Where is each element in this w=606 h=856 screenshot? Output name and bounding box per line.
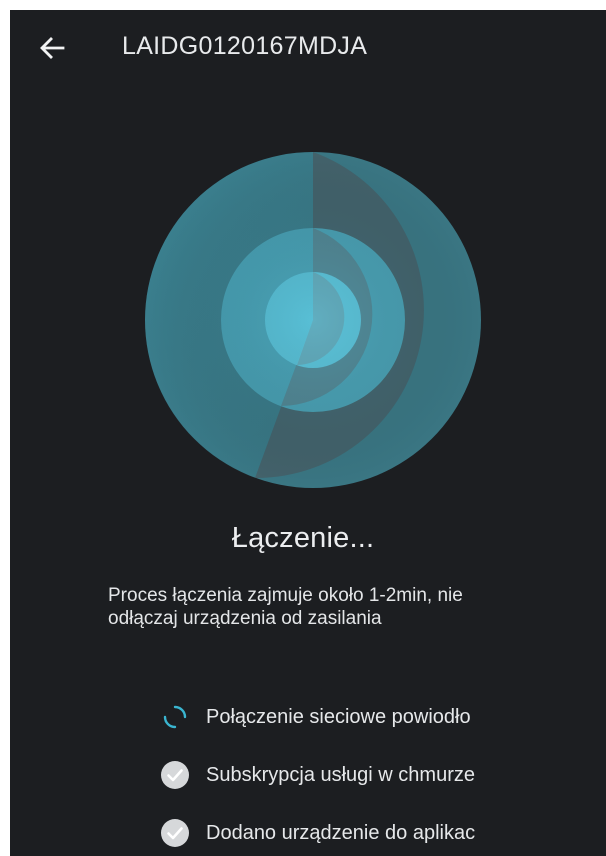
step-label: Połączenie sieciowe powiodło — [206, 705, 471, 728]
back-button[interactable] — [32, 28, 72, 68]
step-network-connection: Połączenie sieciowe powiodło — [158, 688, 606, 746]
connection-steps-list: Połączenie sieciowe powiodło Subskrypcja… — [158, 688, 606, 856]
check-circle-icon — [158, 758, 192, 792]
connecting-screen: LAIDG0120167MDJA Łączenie... Proces łącz — [10, 10, 606, 856]
description-line-1: Proces łączenia zajmuje około 1-2min, ni… — [108, 585, 463, 606]
check-circle-icon — [158, 816, 192, 850]
connecting-heading: Łączenie... — [231, 522, 375, 554]
connecting-radar-animation — [144, 152, 481, 488]
step-label: Dodano urządzenie do aplikac — [206, 821, 476, 844]
description-line-2: odłączaj urządzenia od zasilania — [108, 608, 382, 629]
arrow-left-icon — [40, 37, 65, 59]
step-label: Subskrypcja usługi w chmurze — [206, 763, 475, 786]
spinner-icon — [158, 700, 192, 734]
step-device-added: Dodano urządzenie do aplikac — [158, 804, 606, 856]
step-cloud-subscription: Subskrypcja usługi w chmurze — [158, 746, 606, 804]
app-bar: LAIDG0120167MDJA — [10, 10, 606, 86]
connecting-description: Proces łączenia zajmuje około 1-2min, ni… — [108, 584, 528, 630]
device-title: LAIDG0120167MDJA — [122, 32, 368, 60]
